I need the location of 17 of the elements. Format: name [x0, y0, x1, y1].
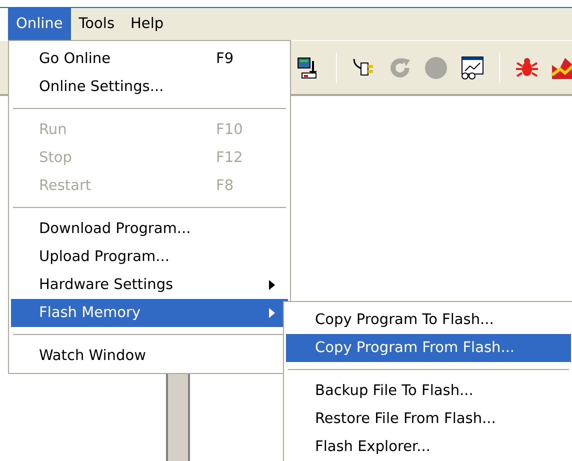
menu-item[interactable]: Restore File From Flash... — [286, 405, 571, 433]
submenu-arrow-icon — [268, 280, 276, 290]
menu-item[interactable]: Flash Memory — [11, 299, 288, 327]
menu-bar-item[interactable]: Tools — [70, 8, 123, 40]
menu-item[interactable]: Copy Program From Flash... — [286, 334, 571, 362]
menu-item[interactable]: Go Online F9 — [11, 45, 288, 73]
menu-item[interactable]: Download Program... — [11, 215, 288, 243]
menu-item[interactable]: Flash Explorer... — [286, 433, 571, 461]
menu-item[interactable]: Copy Program To Flash... — [286, 306, 571, 334]
menu-item[interactable]: Backup File To Flash... — [286, 377, 571, 405]
chart-window-icon[interactable] — [459, 54, 485, 80]
menu-bar-item[interactable]: Help — [122, 8, 172, 40]
menu-bar-item[interactable]: Online — [8, 8, 71, 40]
menu-item[interactable]: Hardware Settings — [11, 271, 288, 299]
menu-item[interactable]: Online Settings... — [11, 73, 288, 101]
submenu-arrow-icon — [268, 308, 276, 318]
menu-item[interactable]: Upload Program... — [11, 243, 288, 271]
